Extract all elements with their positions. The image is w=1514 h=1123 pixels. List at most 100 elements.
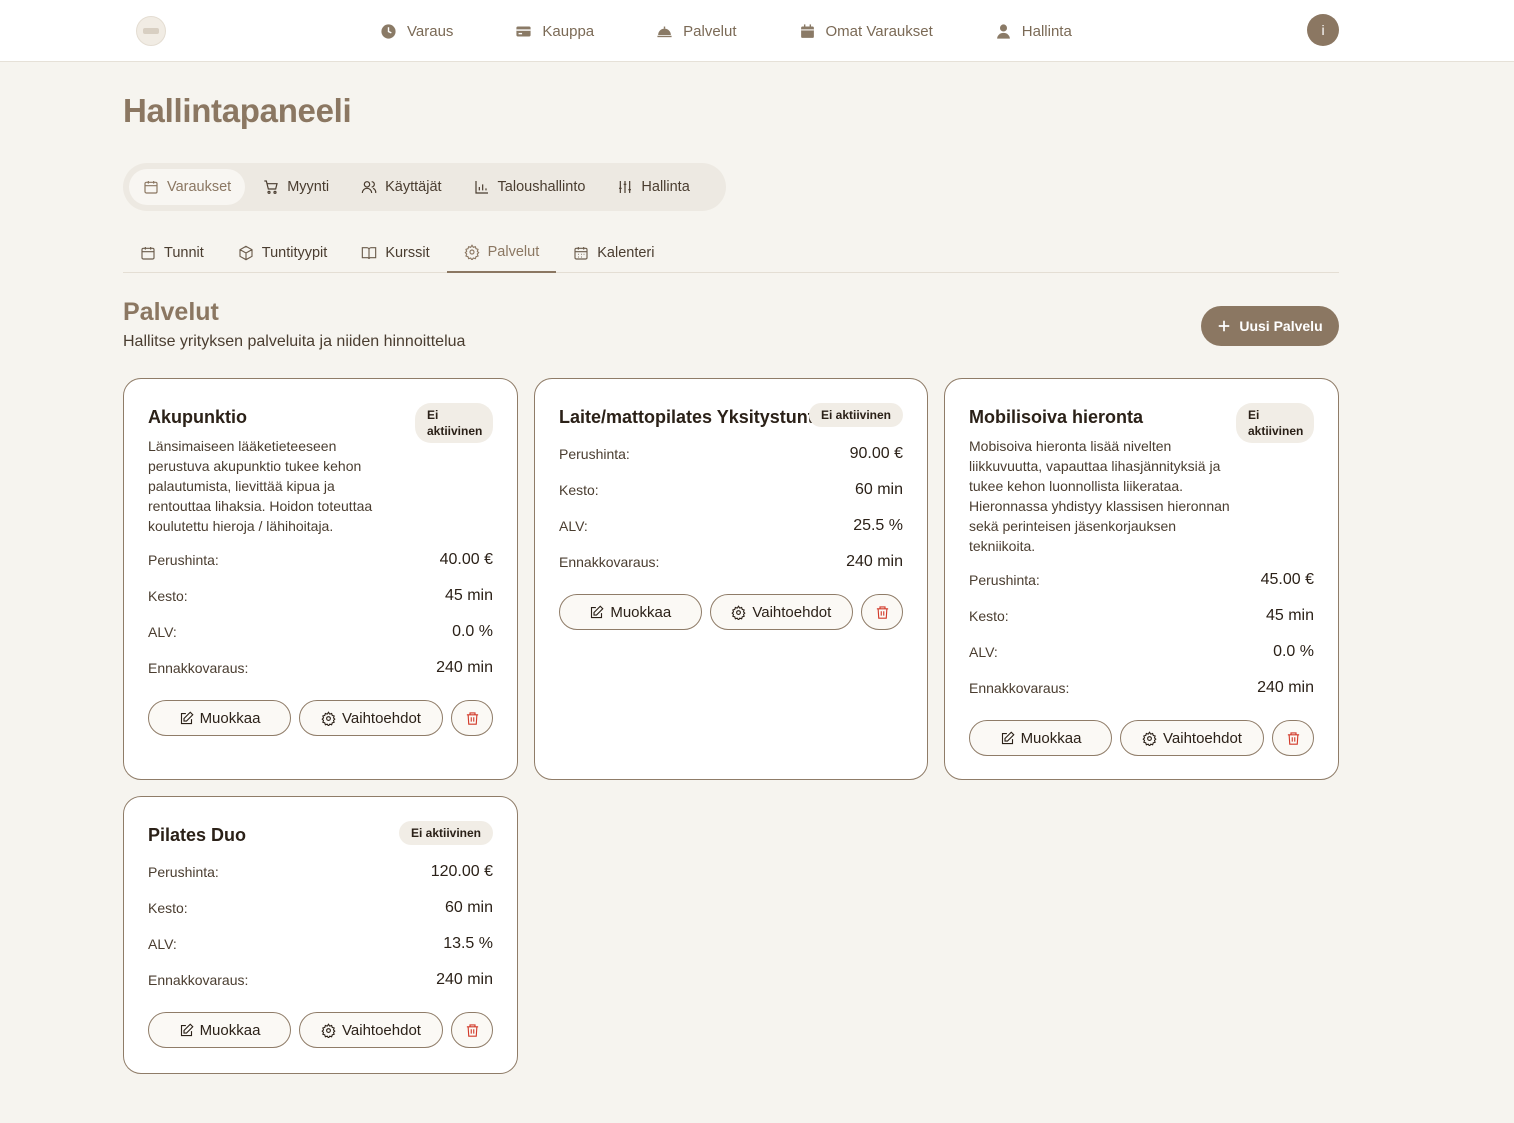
duration-label: Kesto: (559, 482, 599, 498)
delete-button[interactable] (451, 700, 493, 736)
duration-row: Kesto: 45 min (148, 578, 493, 614)
vat-value: 0.0 % (1273, 643, 1314, 660)
avatar[interactable]: i (1307, 14, 1339, 46)
subtab-kalenteri[interactable]: Kalenteri (556, 233, 671, 273)
calendar-icon (141, 247, 155, 260)
duration-row: Kesto: 60 min (559, 472, 903, 508)
options-label: Vaihtoehdot (1163, 729, 1242, 747)
options-button[interactable]: Vaihtoehdot (299, 1012, 443, 1048)
duration-value: 45 min (444, 587, 493, 604)
edit-button[interactable]: Muokkaa (969, 720, 1112, 756)
tab-label: Myynti (287, 179, 330, 195)
vat-label: ALV: (969, 644, 998, 660)
price-value: 40.00 € (439, 551, 493, 568)
tab-label: Taloushallinto (497, 179, 586, 195)
user-icon (996, 23, 1010, 39)
duration-value: 60 min (854, 481, 903, 498)
gear-icon (464, 244, 480, 260)
options-label: Vaihtoehdot (342, 1021, 421, 1039)
delete-button[interactable] (1272, 720, 1314, 756)
subtab-tunnit[interactable]: Tunnit (123, 233, 221, 273)
nav-item-hallinta[interactable]: Hallinta (995, 23, 1072, 40)
nav-item-varaus[interactable]: Varaus (380, 23, 453, 40)
tab-label: Varaukset (167, 179, 232, 195)
nav-item-omat-varaukset[interactable]: Omat Varaukset (799, 23, 933, 40)
tab-label: Hallinta (641, 179, 690, 195)
delete-button[interactable] (861, 594, 903, 630)
clock-icon (381, 23, 396, 39)
tab-hallinta[interactable]: Hallinta (603, 169, 703, 205)
options-button[interactable]: Vaihtoehdot (299, 700, 443, 736)
price-value: 120.00 € (430, 863, 493, 880)
edit-icon (180, 710, 194, 724)
tab-taloushallinto[interactable]: Taloushallinto (460, 169, 600, 205)
logo-mark (143, 28, 159, 34)
nav-item-label: Kauppa (542, 22, 595, 40)
edit-button[interactable]: Muokkaa (559, 594, 702, 630)
edit-button[interactable]: Muokkaa (148, 1012, 291, 1048)
advance-value: 240 min (1257, 679, 1314, 696)
price-value: 45.00 € (1260, 571, 1314, 588)
vat-value: 13.5 % (443, 935, 493, 952)
logo[interactable] (136, 16, 166, 46)
tab-varaukset[interactable]: Varaukset (129, 169, 246, 205)
edit-label: Muokkaa (199, 1021, 261, 1039)
advance-row: Ennakkovaraus: 240 min (148, 650, 493, 686)
trash-icon (466, 1023, 478, 1037)
calendar-icon (144, 181, 158, 194)
subtab-label: Kalenteri (597, 245, 655, 261)
vat-row: ALV: 0.0 % (148, 614, 493, 650)
new-service-label: Uusi Palvelu (1239, 318, 1323, 334)
subtab-label: Palvelut (487, 244, 540, 260)
nav-item-label: Omat Varaukset (825, 22, 933, 40)
price-row: Perushinta: 120.00 € (148, 854, 493, 890)
duration-row: Kesto: 60 min (148, 890, 493, 926)
advance-row: Ennakkovaraus: 240 min (559, 544, 903, 580)
card-actions: Muokkaa Vaihtoehdot (148, 700, 493, 736)
main-nav: Varaus Kauppa Palvelut Omat Varaukset Ha… (380, 0, 1134, 62)
calendar-icon (800, 23, 814, 38)
advance-value: 240 min (436, 971, 493, 988)
sliders-icon (619, 181, 632, 193)
subtab-kurssit[interactable]: Kurssit (344, 233, 446, 273)
delete-button[interactable] (451, 1012, 493, 1048)
advance-row: Ennakkovaraus: 240 min (969, 670, 1314, 706)
edit-button[interactable]: Muokkaa (148, 700, 291, 736)
users-icon (361, 181, 377, 194)
subtab-palvelut[interactable]: Palvelut (446, 233, 557, 273)
nav-item-palvelut[interactable]: Palvelut (656, 22, 737, 40)
nav-item-label: Palvelut (683, 22, 737, 40)
price-label: Perushinta: (559, 446, 630, 462)
duration-label: Kesto: (148, 900, 188, 916)
tab-kayttajat[interactable]: Käyttäjät (347, 169, 455, 205)
price-value: 90.00 € (849, 445, 903, 462)
vat-row: ALV: 13.5 % (148, 926, 493, 962)
price-label: Perushinta: (148, 552, 219, 568)
status-badge: Ei aktiivinen (415, 403, 493, 443)
top-navbar: Varaus Kauppa Palvelut Omat Varaukset Ha… (0, 0, 1514, 62)
price-label: Perushinta: (148, 864, 219, 880)
advance-label: Ennakkovaraus: (148, 972, 249, 988)
duration-label: Kesto: (969, 608, 1009, 624)
nav-item-kauppa[interactable]: Kauppa (515, 23, 594, 40)
sub-tabs: Tunnit Tuntityypit Kurssit Palvelut Kale… (123, 233, 1339, 273)
vat-label: ALV: (148, 936, 177, 952)
service-card-mobilisoiva-hieronta: Mobilisoiva hieronta Ei aktiivinen Mobis… (944, 378, 1339, 780)
advance-label: Ennakkovaraus: (148, 660, 249, 676)
edit-icon (591, 604, 604, 618)
calendar-grid-icon (574, 247, 588, 260)
tab-myynti[interactable]: Myynti (249, 169, 343, 205)
duration-row: Kesto: 45 min (969, 598, 1314, 634)
subtab-tuntityypit[interactable]: Tuntityypit (221, 233, 345, 273)
gear-icon (1142, 730, 1157, 746)
new-service-button[interactable]: Uusi Palvelu (1201, 306, 1339, 346)
options-label: Vaihtoehdot (752, 603, 832, 621)
price-row: Perushinta: 40.00 € (148, 542, 493, 578)
advance-row: Ennakkovaraus: 240 min (148, 962, 493, 998)
edit-label: Muokkaa (1020, 729, 1082, 747)
price-label: Perushinta: (969, 572, 1040, 588)
book-icon (362, 247, 377, 260)
options-button[interactable]: Vaihtoehdot (1120, 720, 1264, 756)
options-button[interactable]: Vaihtoehdot (709, 594, 854, 630)
gear-icon (321, 710, 336, 726)
